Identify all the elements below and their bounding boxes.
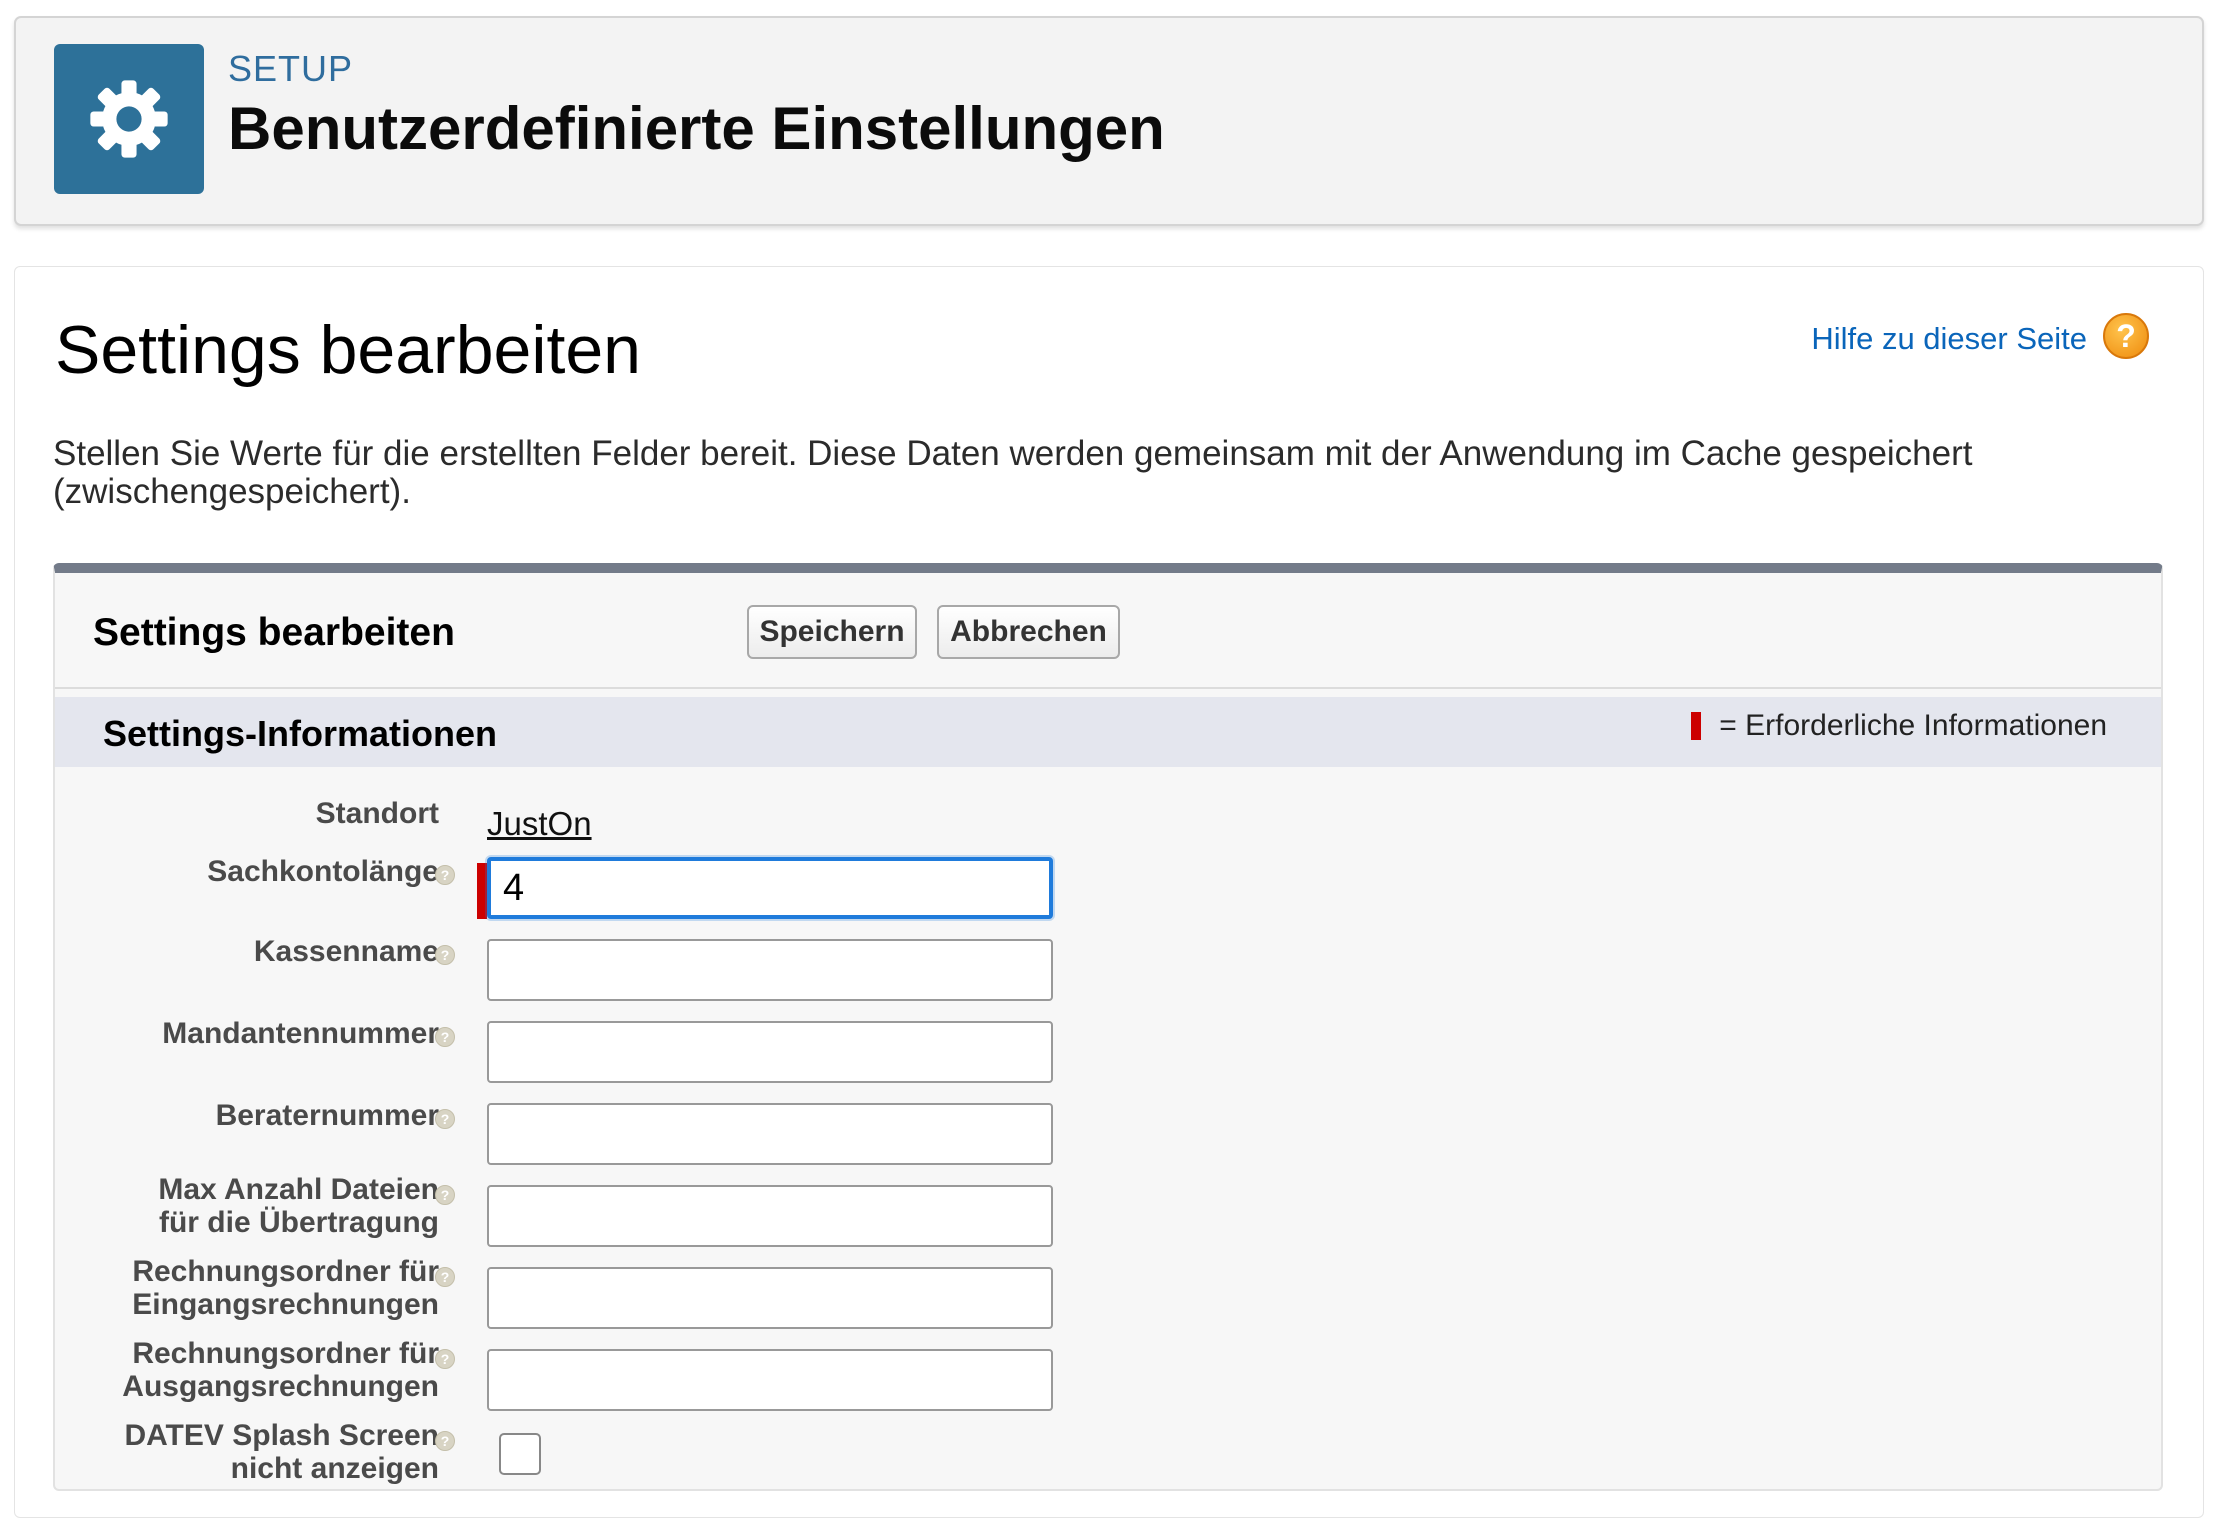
page-description: Stellen Sie Werte für die erstellten Fel… <box>53 434 1973 511</box>
max-dateien-label-line2: für die Übertragung <box>158 1206 439 1239</box>
help-bubble-icon[interactable]: ? <box>435 1185 455 1205</box>
max-dateien-label: Max Anzahl Dateien für die Übertragung <box>158 1173 439 1239</box>
main-content: Settings bearbeiten Hilfe zu dieser Seit… <box>14 266 2204 1518</box>
help-bubble-icon[interactable]: ? <box>435 1027 455 1047</box>
gear-icon <box>54 44 204 194</box>
block-title: Settings bearbeiten <box>93 611 455 654</box>
required-indicator <box>477 863 487 919</box>
block-header: Settings bearbeiten Speichern Abbrechen <box>55 573 2161 689</box>
cancel-button[interactable]: Abbrechen <box>937 605 1120 659</box>
datev-splash-label: DATEV Splash Screen nicht anzeigen <box>124 1419 439 1485</box>
datev-splash-checkbox[interactable] <box>499 1433 541 1475</box>
max-dateien-input[interactable] <box>487 1185 1053 1247</box>
beraternummer-input[interactable] <box>487 1103 1053 1165</box>
ordner-eingang-label: Rechnungsordner für Eingangsrechnungen <box>132 1255 439 1321</box>
ordner-eingang-input[interactable] <box>487 1267 1053 1329</box>
help-bubble-icon[interactable]: ? <box>435 945 455 965</box>
help-bubble-icon[interactable]: ? <box>435 1431 455 1451</box>
required-legend: = Erforderliche Informationen <box>1691 709 2107 743</box>
save-button[interactable]: Speichern <box>747 605 917 659</box>
section-title: Settings-Informationen <box>103 713 497 754</box>
kassenname-input[interactable] <box>487 939 1053 1001</box>
ordner-eingang-label-line2: Eingangsrechnungen <box>132 1288 439 1321</box>
ordner-ausgang-label: Rechnungsordner für Ausgangsrechnungen <box>122 1337 439 1403</box>
required-legend-text: = Erforderliche Informationen <box>1719 709 2107 742</box>
help-bubble-icon[interactable]: ? <box>435 1109 455 1129</box>
kassenname-label: Kassenname <box>253 935 439 968</box>
header-eyebrow: SETUP <box>228 48 354 89</box>
help-bubble-icon[interactable]: ? <box>435 865 455 885</box>
standort-link[interactable]: JustOn <box>487 805 592 843</box>
sachkontolaenge-label: Sachkontolänge <box>207 855 439 888</box>
mandantennummer-input[interactable] <box>487 1021 1053 1083</box>
standort-label: Standort <box>315 797 439 830</box>
page-title: Settings bearbeiten <box>55 312 641 388</box>
ordner-eingang-label-line1: Rechnungsordner für <box>132 1255 439 1288</box>
help-icon[interactable]: ? <box>2103 313 2149 359</box>
ordner-ausgang-label-line2: Ausgangsrechnungen <box>122 1370 439 1403</box>
max-dateien-label-line1: Max Anzahl Dateien <box>158 1173 439 1206</box>
datev-splash-label-line2: nicht anzeigen <box>230 1452 439 1485</box>
section-header: Settings-Informationen = Erforderliche I… <box>55 697 2161 767</box>
edit-block: Settings bearbeiten Speichern Abbrechen … <box>53 563 2163 1491</box>
help-link[interactable]: Hilfe zu dieser Seite <box>1811 321 2087 357</box>
ordner-ausgang-input[interactable] <box>487 1349 1053 1411</box>
datev-splash-label-line1: DATEV Splash Screen <box>124 1419 439 1452</box>
mandantennummer-label: Mandantennummer <box>162 1017 439 1050</box>
required-marker-icon <box>1691 712 1702 740</box>
setup-header: SETUP Benutzerdefinierte Einstellungen <box>14 16 2204 226</box>
help-bubble-icon[interactable]: ? <box>435 1267 455 1287</box>
beraternummer-label: Beraternummer <box>215 1099 439 1132</box>
help-bubble-icon[interactable]: ? <box>435 1349 455 1369</box>
sachkontolaenge-input[interactable] <box>487 857 1053 919</box>
header-title: Benutzerdefinierte Einstellungen <box>228 95 1165 162</box>
ordner-ausgang-label-line1: Rechnungsordner für <box>132 1337 439 1370</box>
